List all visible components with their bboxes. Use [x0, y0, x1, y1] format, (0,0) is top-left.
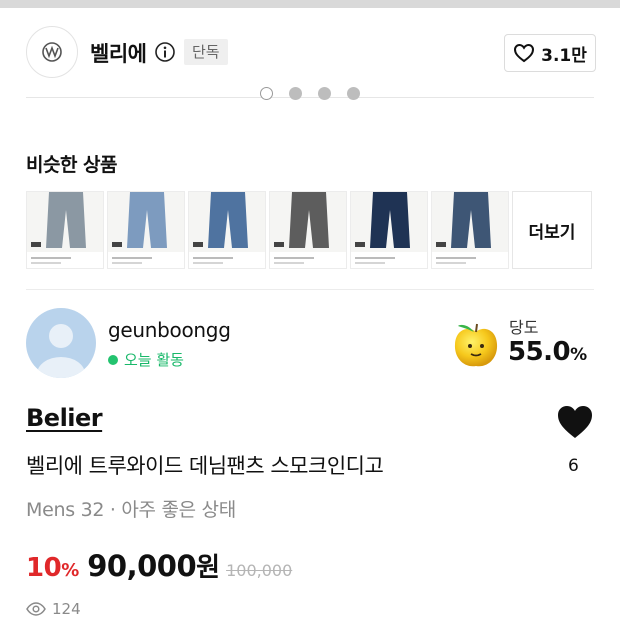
similar-product-thumbnail[interactable] [26, 191, 104, 269]
default-avatar-icon [37, 324, 85, 378]
price-row: 10 % 90,000 원 100,000 [26, 547, 292, 584]
original-price: 100,000 [226, 561, 293, 580]
similar-product-thumbnail[interactable] [188, 191, 266, 269]
carousel-indicator [260, 87, 360, 100]
similar-products-strip: 더보기 [26, 191, 596, 269]
size-tag [112, 242, 122, 247]
online-dot-icon [108, 354, 118, 365]
discount-rate: 10 [26, 553, 62, 583]
currency-label: 원 [196, 553, 221, 583]
carousel-dot[interactable] [347, 87, 360, 100]
product-size-condition: Mens 32 · 아주 좋은 상태 [26, 499, 236, 521]
see-more-button[interactable]: 더보기 [512, 191, 592, 269]
exclusive-badge: 단독 [184, 39, 228, 65]
thumbnail-caption [108, 252, 184, 268]
seller-name[interactable]: geunboongg [108, 318, 231, 342]
similar-product-thumbnail[interactable] [107, 191, 185, 269]
top-status-bar [0, 0, 620, 8]
sweetness-label: 당도 [509, 318, 539, 337]
similar-product-thumbnail[interactable] [350, 191, 428, 269]
divider [26, 289, 594, 290]
eye-icon [26, 602, 46, 616]
view-count-value: 124 [52, 600, 81, 618]
view-count: 124 [26, 600, 81, 618]
size-tag [193, 242, 203, 247]
seller-active-status: 오늘 활동 [108, 349, 184, 370]
apple-face-icon [454, 323, 498, 367]
thumbnail-caption [27, 252, 103, 268]
heart-filled-icon[interactable] [556, 404, 594, 440]
jeans-image [127, 192, 167, 248]
carousel-dot-active[interactable] [260, 87, 273, 100]
seller-avatar[interactable] [26, 308, 96, 378]
thumbnail-caption [270, 252, 346, 268]
shop-name[interactable]: 벨리에 [90, 38, 147, 68]
size-tag [355, 242, 365, 247]
jeans-image [46, 192, 86, 248]
sweetness-score: 55.0% [508, 337, 587, 367]
discount-unit: % [61, 560, 80, 581]
shop-logo[interactable] [26, 26, 78, 78]
shop-logo-icon [42, 42, 62, 62]
brand-link[interactable]: Belier [26, 404, 103, 432]
shop-like-button[interactable]: 3.1만 [504, 34, 596, 72]
info-icon[interactable] [154, 41, 176, 63]
jeans-image [370, 192, 410, 248]
product-title: 벨리에 트루와이드 데님팬츠 스모크인디고 [26, 454, 384, 478]
jeans-image [289, 192, 329, 248]
jeans-image [208, 192, 248, 248]
carousel-dot[interactable] [318, 87, 331, 100]
carousel-dot[interactable] [289, 87, 302, 100]
sweetness-unit: % [570, 345, 587, 365]
jeans-image [451, 192, 491, 248]
size-tag [31, 242, 41, 247]
similar-products-title: 비슷한 상품 [26, 154, 118, 176]
sweetness-value: 55.0 [508, 337, 571, 367]
size-tag [274, 242, 284, 247]
thumbnail-caption [432, 252, 508, 268]
similar-product-thumbnail[interactable] [431, 191, 509, 269]
size-tag [436, 242, 446, 247]
similar-product-thumbnail[interactable] [269, 191, 347, 269]
product-like-count: 6 [568, 456, 579, 476]
seller-status-text: 오늘 활동 [124, 351, 184, 369]
thumbnail-caption [351, 252, 427, 268]
shop-header: 벨리에 단독 3.1만 [26, 26, 596, 80]
shop-like-count: 3.1만 [541, 45, 587, 66]
thumbnail-caption [189, 252, 265, 268]
heart-outline-icon [514, 43, 535, 63]
sale-price: 90,000 [87, 549, 197, 583]
